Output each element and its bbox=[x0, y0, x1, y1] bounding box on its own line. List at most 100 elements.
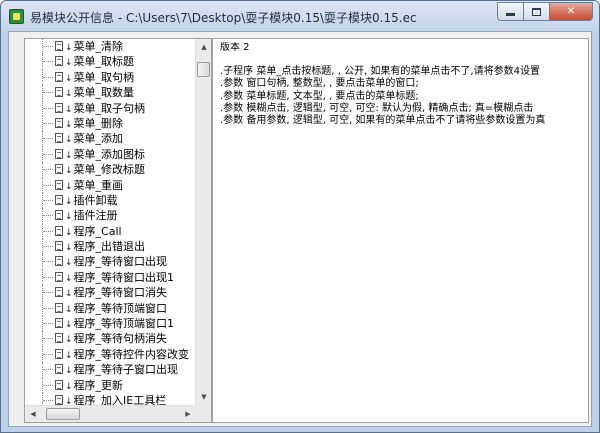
doc-icon bbox=[55, 302, 63, 313]
maximize-button[interactable] bbox=[523, 2, 550, 21]
tree-item[interactable]: ↓程序_等待控件内容改变 bbox=[25, 346, 196, 363]
tree-item-label: 程序_加入IE工具栏 bbox=[73, 393, 167, 405]
tree-item-label: 菜单_添加 bbox=[73, 132, 124, 146]
arrow-down-icon: ↓ bbox=[65, 381, 73, 392]
arrow-down-icon: ↓ bbox=[65, 166, 73, 177]
function-tree[interactable]: ↓菜单_清除 ↓菜单_取标题 ↓菜单_取句柄 ↓菜单_取数量 ↓菜单_取子句柄 ↓菜单_删… bbox=[24, 38, 212, 423]
doc-icon bbox=[55, 41, 63, 51]
app-icon[interactable] bbox=[9, 9, 24, 24]
doc-icon bbox=[55, 379, 63, 390]
arrow-down-icon: ↓ bbox=[65, 258, 73, 269]
tree-item[interactable]: ↓程序_Call bbox=[25, 223, 196, 240]
title-bar[interactable]: 易模块公开信息 - C:\Users\7\Desktop\耍子模块0.15\耍子… bbox=[1, 1, 599, 31]
tree-item[interactable]: ↓程序_等待句柄消失 bbox=[25, 331, 196, 348]
scroll-right-icon[interactable]: ▶ bbox=[180, 406, 196, 422]
tree-item-label: 菜单_清除 bbox=[73, 40, 124, 53]
arrow-down-icon: ↓ bbox=[65, 243, 73, 254]
tree-item-label: 程序_Call bbox=[73, 224, 122, 238]
tree-item[interactable]: ↓程序_等待窗口消失 bbox=[25, 285, 196, 302]
doc-icon bbox=[55, 148, 63, 159]
tree-item[interactable]: ↓菜单_添加 bbox=[25, 131, 196, 148]
scroll-up-icon[interactable]: ▲ bbox=[196, 39, 212, 55]
doc-icon bbox=[55, 333, 63, 344]
tree-item[interactable]: ↓程序_更新 bbox=[25, 377, 196, 394]
tree-item[interactable]: ↓菜单_重画 bbox=[25, 177, 196, 194]
detail-text: 版本 2 .子程序 菜单_点击按标题, , 公开, 如果有的菜单点击不了,请将参数… bbox=[220, 42, 575, 127]
tree-item[interactable]: ↓菜单_删除 bbox=[25, 115, 196, 132]
doc-icon bbox=[55, 117, 63, 128]
detail-line: .参数 菜单标题, 文本型, , 要点击的菜单标题; bbox=[220, 90, 419, 102]
tree-horizontal-scroll-thumb[interactable] bbox=[46, 408, 80, 420]
scroll-left-icon[interactable]: ◀ bbox=[25, 406, 41, 422]
doc-icon bbox=[55, 271, 63, 282]
tree-item[interactable]: ↓菜单_取标题 bbox=[25, 54, 196, 71]
tree-item[interactable]: ↓菜单_修改标题 bbox=[25, 162, 196, 178]
tree-item[interactable]: ↓插件卸载 bbox=[25, 192, 196, 209]
arrow-down-icon: ↓ bbox=[65, 227, 73, 238]
minimize-button[interactable] bbox=[497, 2, 524, 21]
doc-icon bbox=[55, 133, 63, 144]
tree-item-label: 程序_更新 bbox=[73, 378, 124, 392]
arrow-down-icon: ↓ bbox=[65, 350, 73, 361]
minimize-icon bbox=[506, 13, 515, 16]
tree-item[interactable]: ↓程序_等待子窗口出现 bbox=[25, 362, 196, 378]
tree-item[interactable]: ↓菜单_清除 bbox=[25, 39, 196, 55]
tree-item[interactable]: ↓菜单_添加图标 bbox=[25, 146, 196, 163]
doc-icon bbox=[55, 194, 63, 205]
tree-item[interactable]: ↓程序_等待窗口出现 bbox=[25, 254, 196, 271]
tree-item[interactable]: ↓程序_等待顶端窗口 bbox=[25, 300, 196, 317]
doc-icon bbox=[55, 210, 63, 221]
tree-vertical-scroll-thumb[interactable] bbox=[197, 62, 210, 77]
tree-list[interactable]: ↓菜单_清除 ↓菜单_取标题 ↓菜单_取句柄 ↓菜单_取数量 ↓菜单_取子句柄 ↓菜单_删… bbox=[25, 39, 196, 405]
tree-item-label: 程序_等待子窗口出现 bbox=[73, 363, 179, 377]
arrow-down-icon: ↓ bbox=[65, 396, 73, 405]
doc-icon bbox=[55, 71, 63, 82]
detail-line: .参数 模糊点击, 逻辑型, 可空, 可空: 默认为假, 精确点击; 真=模糊点… bbox=[220, 102, 534, 114]
tree-item[interactable]: ↓菜单_取子句柄 bbox=[25, 100, 196, 117]
tree-item-label: 菜单_修改标题 bbox=[73, 163, 146, 177]
tree-item-label: 程序_等待顶端窗口1 bbox=[73, 317, 175, 331]
tree-horizontal-scrollbar[interactable]: ◀ ▶ bbox=[25, 405, 196, 422]
tree-item-label: 程序_等待句柄消失 bbox=[73, 332, 168, 346]
tree-item[interactable]: ↓程序_等待窗口出现1 bbox=[25, 269, 196, 286]
tree-item[interactable]: ↓菜单_取句柄 bbox=[25, 69, 196, 86]
doc-icon bbox=[55, 164, 63, 175]
arrow-down-icon: ↓ bbox=[65, 366, 73, 377]
tree-item[interactable]: ↓插件注册 bbox=[25, 208, 196, 225]
arrow-down-icon: ↓ bbox=[65, 212, 73, 223]
tree-item-label: 菜单_删除 bbox=[73, 116, 124, 130]
doc-icon bbox=[55, 287, 63, 298]
detail-line: .子程序 菜单_点击按标题, , 公开, 如果有的菜单点击不了,请将参数4设置 bbox=[220, 66, 540, 78]
tree-item[interactable]: ↓程序_出错退出 bbox=[25, 239, 196, 255]
tree-item[interactable]: ↓程序_等待顶端窗口1 bbox=[25, 316, 196, 332]
main-window: 易模块公开信息 - C:\Users\7\Desktop\耍子模块0.15\耍子… bbox=[0, 0, 600, 433]
tree-item-label: 程序_等待顶端窗口 bbox=[73, 301, 168, 315]
arrow-down-icon: ↓ bbox=[65, 304, 73, 315]
doc-icon bbox=[55, 241, 63, 252]
tree-item-label: 插件注册 bbox=[73, 209, 118, 223]
tree-item[interactable]: ↓程序_加入IE工具栏 bbox=[25, 392, 196, 405]
scrollbar-corner bbox=[195, 405, 211, 422]
tree-item-label: 插件卸载 bbox=[73, 193, 118, 207]
arrow-down-icon: ↓ bbox=[65, 58, 73, 69]
doc-icon bbox=[55, 318, 63, 329]
doc-icon bbox=[55, 179, 63, 190]
tree-item-label: 程序_出错退出 bbox=[73, 240, 146, 254]
arrow-down-icon: ↓ bbox=[65, 43, 73, 53]
doc-icon bbox=[55, 102, 63, 113]
close-button[interactable]: ✕ bbox=[549, 2, 593, 21]
arrow-down-icon: ↓ bbox=[65, 289, 73, 300]
tree-item[interactable]: ↓菜单_取数量 bbox=[25, 85, 196, 101]
scroll-down-icon[interactable]: ▼ bbox=[196, 389, 212, 405]
arrow-down-icon: ↓ bbox=[65, 273, 73, 284]
arrow-down-icon: ↓ bbox=[65, 335, 73, 346]
caption-buttons: ✕ bbox=[497, 2, 593, 21]
window-title: 易模块公开信息 - C:\Users\7\Desktop\耍子模块0.15\耍子… bbox=[30, 11, 417, 25]
tree-vertical-scrollbar[interactable]: ▲ ▼ bbox=[195, 39, 211, 405]
tree-item-label: 程序_等待窗口出现1 bbox=[73, 270, 175, 284]
maximize-icon bbox=[532, 7, 541, 16]
client-area: ↓菜单_清除 ↓菜单_取标题 ↓菜单_取句柄 ↓菜单_取数量 ↓菜单_取子句柄 ↓菜单_删… bbox=[8, 31, 592, 427]
detail-text-panel[interactable]: 版本 2 .子程序 菜单_点击按标题, , 公开, 如果有的菜单点击不了,请将参数… bbox=[212, 38, 589, 423]
arrow-down-icon: ↓ bbox=[65, 104, 73, 115]
arrow-down-icon: ↓ bbox=[65, 73, 73, 84]
